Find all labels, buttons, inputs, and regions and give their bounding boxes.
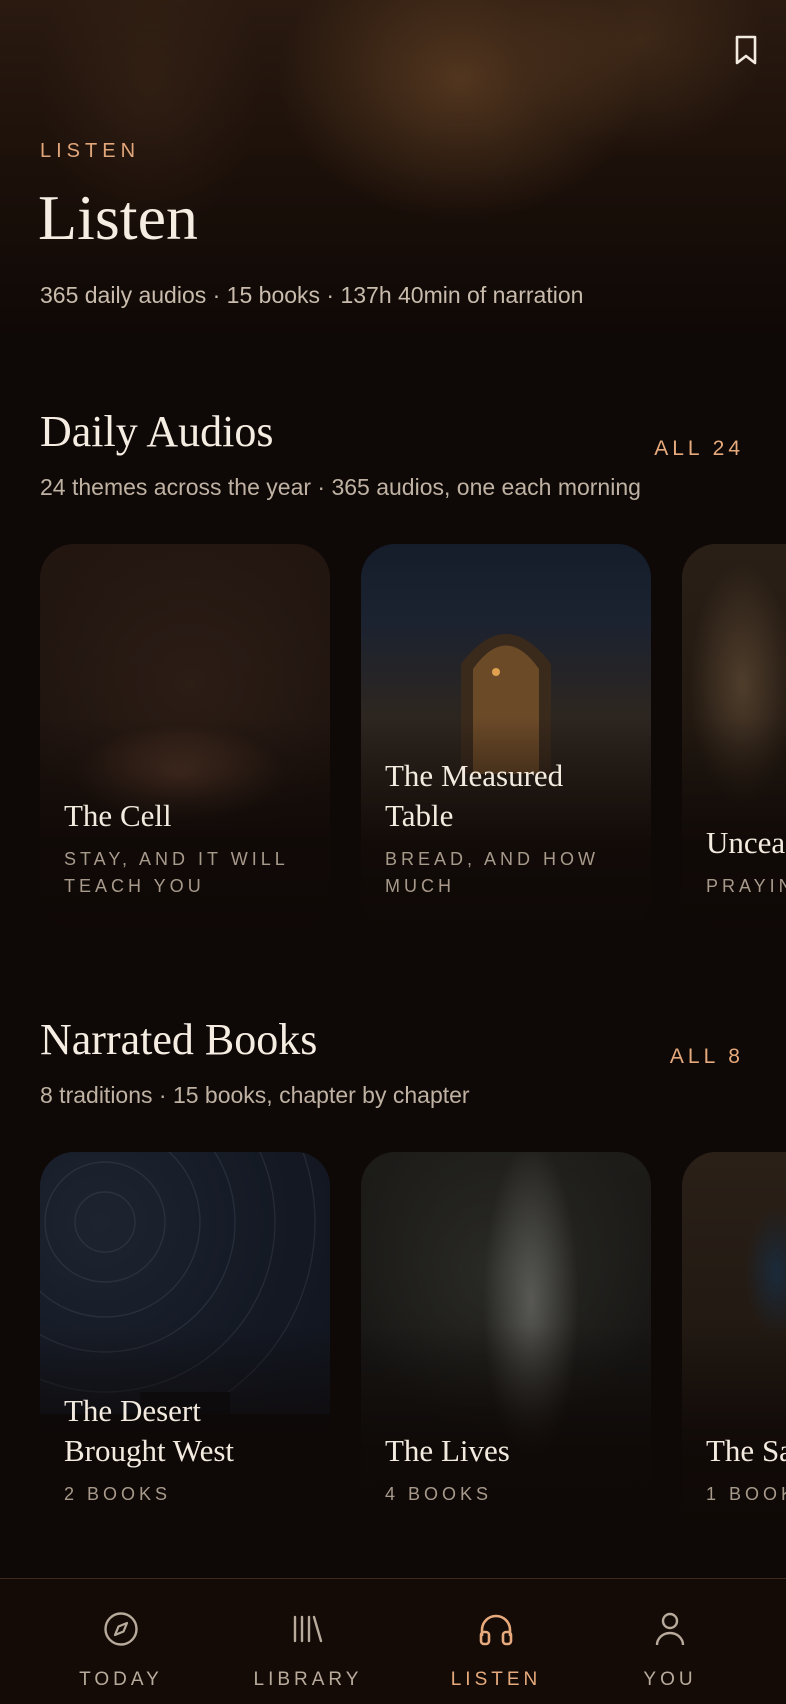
narrated-books-all-link[interactable]: ALL 8 <box>670 1045 744 1069</box>
user-icon <box>654 1609 686 1649</box>
card-title: The Desert Brought West <box>64 1393 235 1468</box>
daily-audio-card-unceasing[interactable]: Uncea PRAYIN CEASIN <box>682 544 786 928</box>
page-eyebrow: LISTEN <box>40 140 141 162</box>
tab-label: LIBRARY <box>253 1669 363 1690</box>
card-caption: The Sa 1 BOOK <box>706 1431 786 1508</box>
book-card-the-sa[interactable]: The Sa 1 BOOK <box>682 1152 786 1536</box>
daily-audio-card-the-cell[interactable]: The Cell STAY, AND IT WILL TEACH YOU <box>40 544 330 928</box>
card-title: The Cell <box>64 798 172 833</box>
tab-label: TODAY <box>79 1669 163 1690</box>
card-subtitle: BREAD, AND HOW MUCH <box>385 849 600 896</box>
narrated-books-title: Narrated Books <box>40 1015 318 1064</box>
card-subtitle: 2 BOOKS <box>64 1484 172 1504</box>
card-subtitle: 4 BOOKS <box>385 1484 493 1504</box>
tab-today[interactable]: TODAY <box>31 1579 211 1704</box>
card-caption: The Desert Brought West 2 BOOKS <box>64 1391 310 1508</box>
tab-listen[interactable]: LISTEN <box>406 1579 586 1704</box>
card-subtitle: 1 BOOK <box>706 1484 786 1504</box>
card-title: The Measured Table <box>385 758 564 833</box>
tab-library[interactable]: LIBRARY <box>218 1579 398 1704</box>
bookmark-icon <box>735 35 757 65</box>
page-title: Listen <box>38 182 198 253</box>
tab-label: LISTEN <box>450 1669 542 1690</box>
card-caption: Uncea PRAYIN CEASIN <box>706 823 786 900</box>
narrated-books-subtitle: 8 traditions · 15 books, chapter by chap… <box>40 1082 470 1108</box>
compass-icon <box>102 1609 140 1649</box>
card-subtitle: STAY, AND IT WILL TEACH YOU <box>64 849 289 896</box>
daily-audios-all-link[interactable]: ALL 24 <box>654 437 744 461</box>
card-title: The Sa <box>706 1433 786 1468</box>
card-title: The Lives <box>385 1433 510 1468</box>
card-subtitle: PRAYIN CEASIN <box>706 876 786 896</box>
daily-audios-title: Daily Audios <box>40 407 274 456</box>
page-subtitle: 365 daily audios · 15 books · 137h 40min… <box>40 282 584 308</box>
daily-audios-subtitle: 24 themes across the year · 365 audios, … <box>40 474 641 500</box>
library-icon <box>291 1609 325 1649</box>
tab-label: YOU <box>643 1669 697 1690</box>
bottom-tab-bar: TODAY LIBRARY LISTEN YOU <box>0 1578 786 1704</box>
card-title: Uncea <box>706 825 786 860</box>
card-caption: The Measured Table BREAD, AND HOW MUCH <box>385 756 631 900</box>
headphones-icon <box>478 1609 514 1649</box>
bookmark-button[interactable] <box>726 30 766 70</box>
card-caption: The Lives 4 BOOKS <box>385 1431 631 1508</box>
card-caption: The Cell STAY, AND IT WILL TEACH YOU <box>64 796 310 900</box>
daily-audio-card-measured-table[interactable]: The Measured Table BREAD, AND HOW MUCH <box>361 544 651 928</box>
tab-you[interactable]: YOU <box>580 1579 760 1704</box>
book-card-the-lives[interactable]: The Lives 4 BOOKS <box>361 1152 651 1536</box>
book-card-desert-brought-west[interactable]: The Desert Brought West 2 BOOKS <box>40 1152 330 1536</box>
